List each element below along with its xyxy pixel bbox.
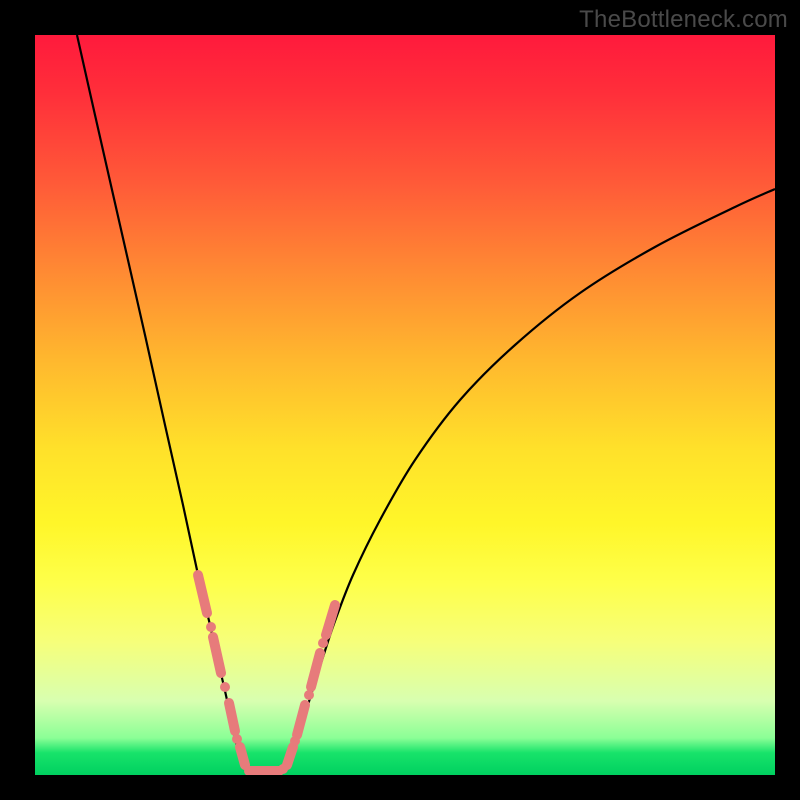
bottleneck-curve	[77, 35, 775, 771]
marker-dash	[240, 747, 245, 765]
marker-dash	[229, 703, 235, 731]
marker-dot	[232, 734, 242, 744]
marker-dash	[213, 637, 221, 673]
curve-right-branch	[285, 189, 775, 771]
marker-dot	[220, 682, 230, 692]
plot-area	[35, 35, 775, 775]
marker-dash	[297, 705, 305, 735]
marker-dot	[318, 638, 328, 648]
marker-dash	[326, 605, 335, 635]
marker-dot	[290, 736, 300, 746]
watermark-text: TheBottleneck.com	[579, 6, 788, 34]
marker-dot	[304, 690, 314, 700]
trough-markers	[198, 575, 335, 774]
chart-frame: TheBottleneck.com	[0, 0, 800, 800]
marker-dash	[311, 653, 320, 687]
marker-dash	[287, 747, 293, 765]
marker-dot	[206, 622, 216, 632]
curve-overlay	[35, 35, 775, 775]
marker-dash	[198, 575, 207, 613]
marker-dot	[278, 764, 288, 774]
